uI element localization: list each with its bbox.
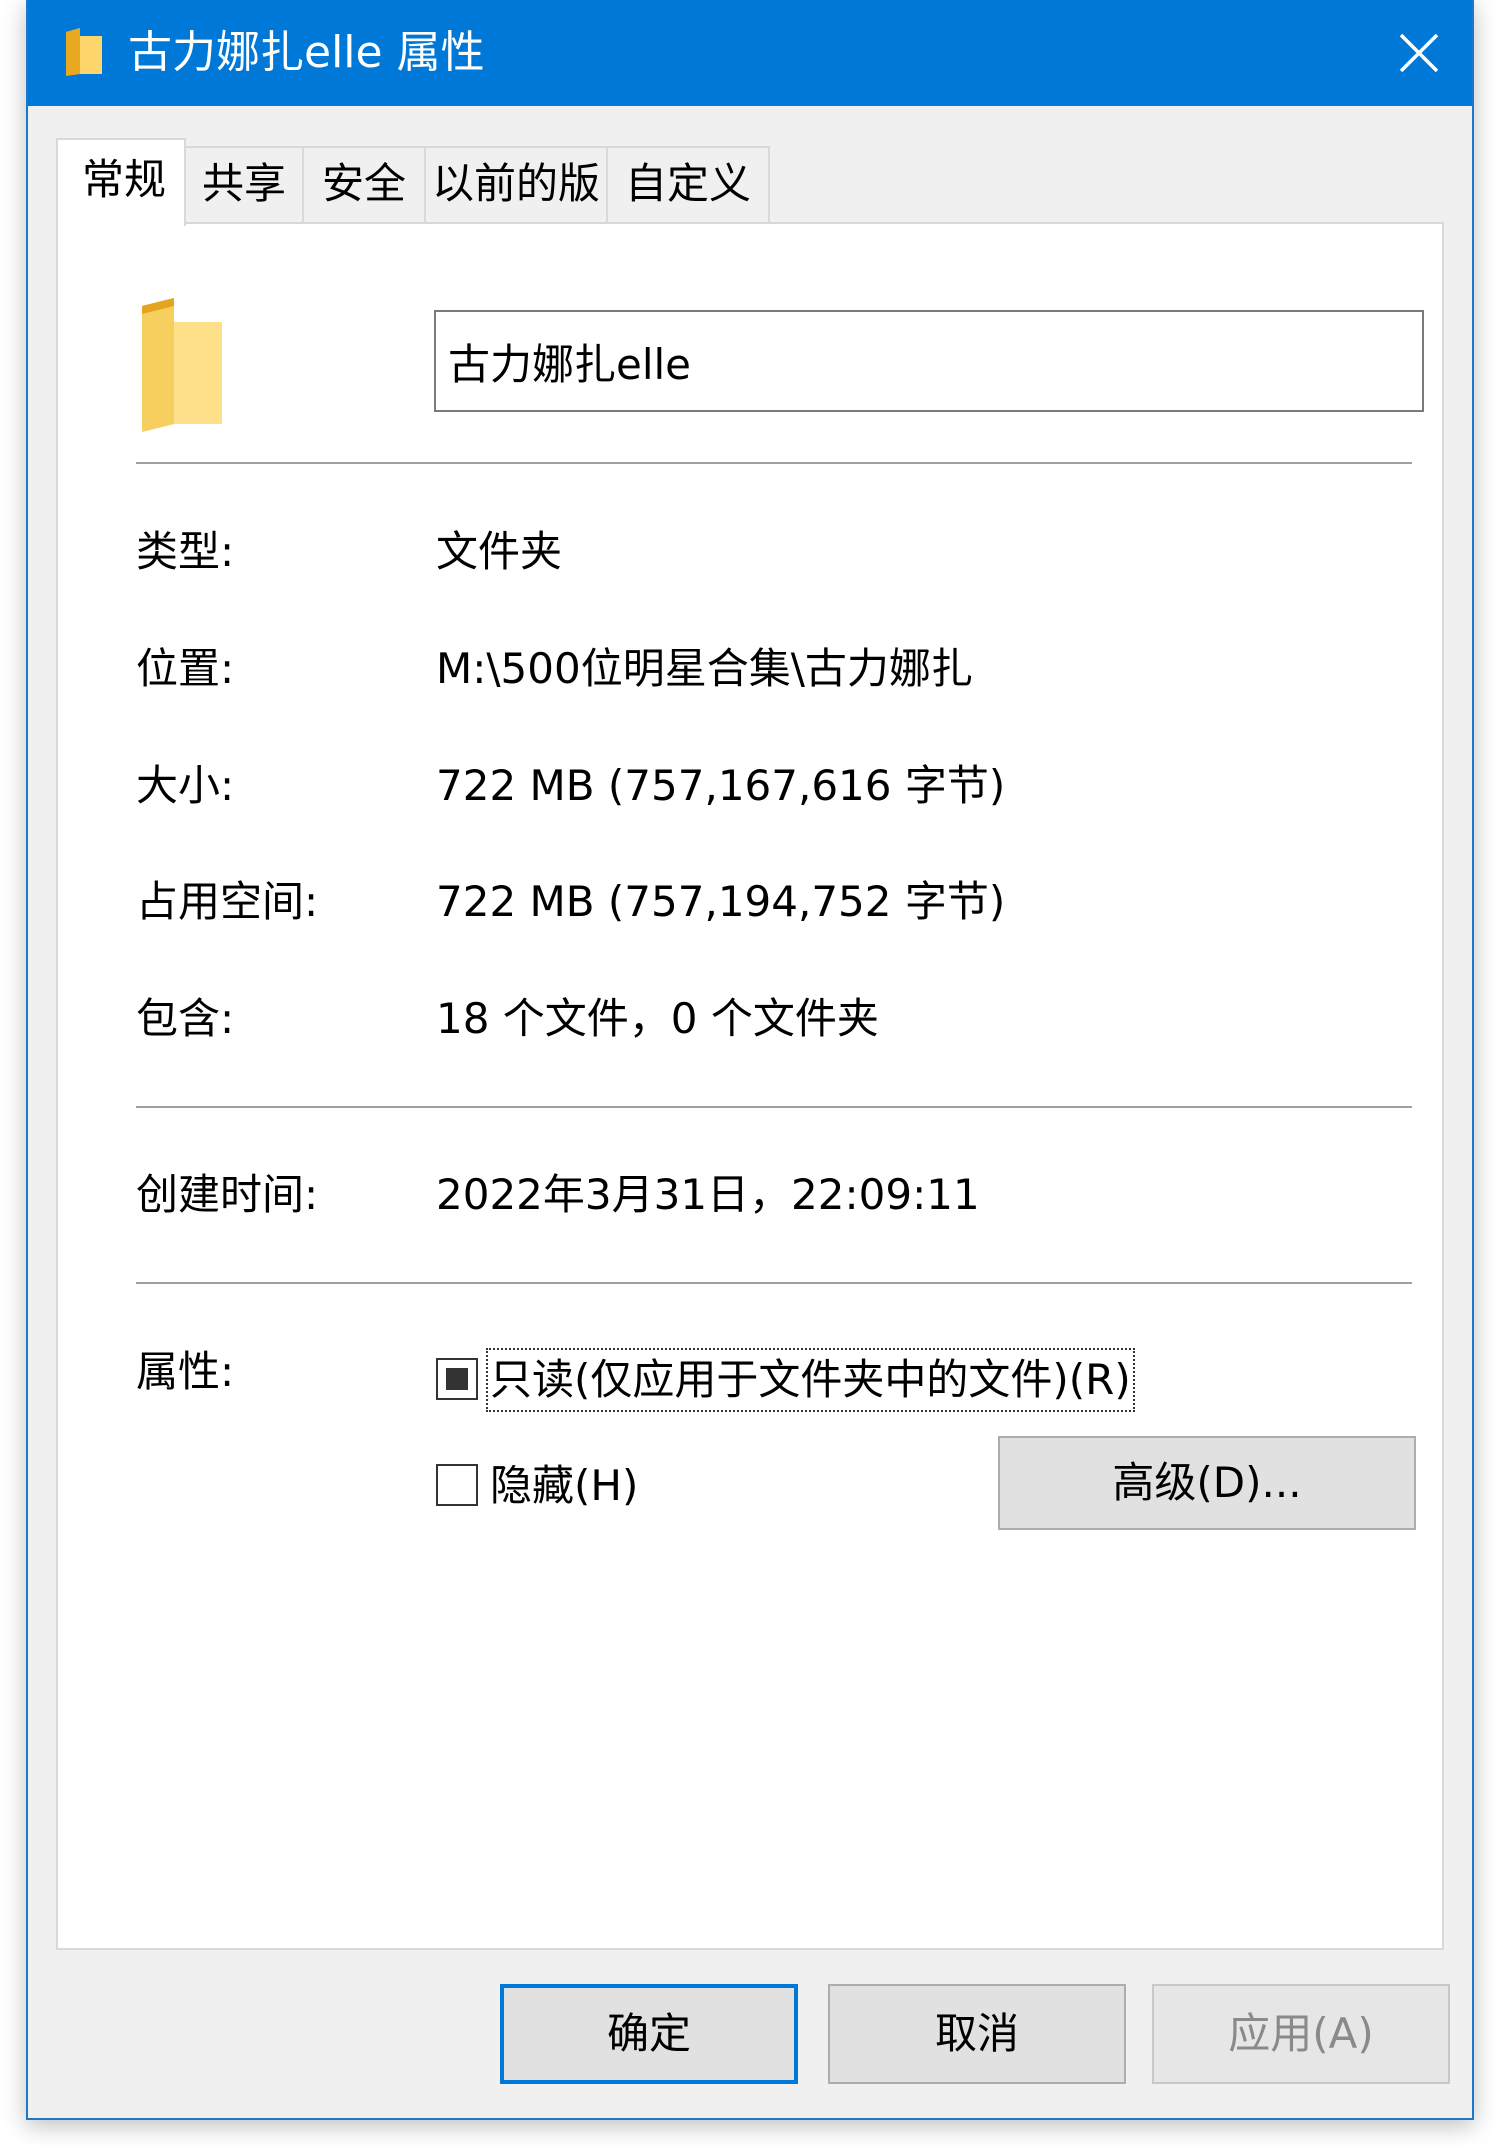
type-value: 文件夹 [436, 527, 563, 576]
advanced-button[interactable]: 高级(D)... [998, 1436, 1416, 1530]
tab-previous-versions[interactable]: 以前的版本 [424, 146, 608, 280]
tab-general[interactable]: 常规 [56, 138, 186, 226]
title-bar[interactable]: 古力娜扎elle 属性 [28, 0, 1472, 106]
divider [136, 1106, 1412, 1108]
size-label: 大小: [136, 761, 235, 810]
location-value: M:\500位明星合集\古力娜扎 [436, 644, 973, 693]
created-value: 2022年3月31日，22:09:11 [436, 1170, 980, 1219]
contains-label: 包含: [136, 994, 235, 1043]
tab-sharing[interactable]: 共享 [184, 146, 304, 222]
close-icon [1399, 33, 1439, 73]
indeterminate-mark [446, 1368, 468, 1390]
ok-button[interactable]: 确定 [500, 1984, 798, 2084]
tab-security[interactable]: 安全 [302, 146, 426, 222]
folder-icon [142, 298, 222, 432]
hidden-checkbox[interactable] [436, 1464, 478, 1506]
properties-dialog: 古力娜扎elle 属性 常规 共享 安全 以前的版本 自定义 类型: 文件夹 位… [26, 0, 1474, 2120]
readonly-checkbox[interactable] [436, 1358, 478, 1400]
size-on-disk-value: 722 MB (757,194,752 字节) [436, 877, 1006, 926]
divider [136, 1282, 1412, 1284]
contains-value: 18 个文件，0 个文件夹 [436, 994, 879, 1043]
tab-strip: 常规 共享 安全 以前的版本 自定义 [56, 138, 1476, 280]
cancel-button[interactable]: 取消 [828, 1984, 1126, 2084]
size-value: 722 MB (757,167,616 字节) [436, 761, 1006, 810]
folder-icon [66, 28, 102, 76]
apply-button[interactable]: 应用(A) [1152, 1984, 1450, 2084]
attributes-label: 属性: [136, 1347, 235, 1396]
divider [136, 462, 1412, 464]
general-panel: 类型: 文件夹 位置: M:\500位明星合集\古力娜扎 大小: 722 MB … [56, 222, 1444, 1950]
location-label: 位置: [136, 644, 235, 693]
readonly-label[interactable]: 只读(仅应用于文件夹中的文件)(R) [486, 1348, 1135, 1412]
tab-customize[interactable]: 自定义 [606, 146, 770, 222]
type-label: 类型: [136, 527, 235, 576]
folder-name-input[interactable] [434, 310, 1424, 412]
window-title: 古力娜扎elle 属性 [128, 27, 485, 78]
size-on-disk-label: 占用空间: [136, 877, 319, 926]
created-label: 创建时间: [136, 1170, 319, 1219]
hidden-label[interactable]: 隐藏(H) [490, 1458, 638, 1514]
close-button[interactable] [1366, 0, 1472, 106]
